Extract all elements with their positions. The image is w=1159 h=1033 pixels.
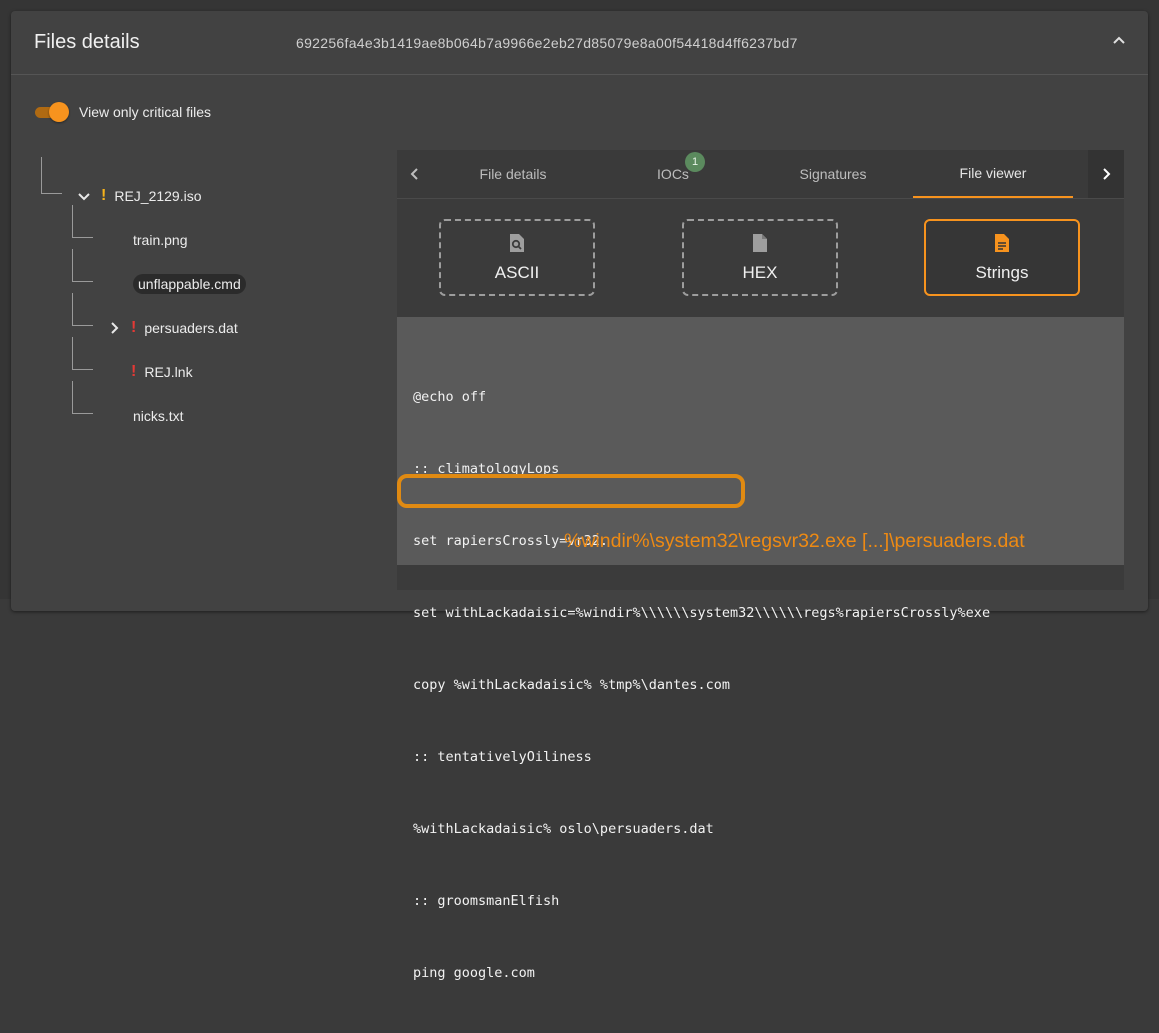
strings-output: @echo off :: climatologyLops set rapiers…: [397, 317, 1124, 981]
warning-icon: !: [101, 187, 107, 204]
search-file-icon: [510, 233, 524, 252]
tree-item[interactable]: train.png: [133, 229, 187, 251]
tree-connector: [41, 157, 62, 194]
files-details-panel: Files details 692256fa4e3b1419ae8b064b7a…: [11, 11, 1148, 981]
chevron-left-icon: [410, 168, 418, 180]
file-detail-pane: File details IOCs 1 Signatures File view…: [397, 150, 1124, 981]
tree-item-root[interactable]: ! REJ_2129.iso: [77, 185, 202, 207]
tree-item-label: train.png: [133, 232, 188, 248]
tree-item[interactable]: ! REJ.lnk: [131, 361, 193, 383]
code-line: copy %withLackadaisic% %tmp%\dantes.com: [413, 677, 730, 693]
tab-label: File details: [479, 166, 547, 182]
text-file-icon: [995, 233, 1009, 252]
tree-item-label: persuaders.dat: [144, 320, 238, 336]
tree-item-label: unflappable.cmd: [133, 274, 246, 294]
file-hash: 692256fa4e3b1419ae8b064b7a9966e2eb27d850…: [296, 35, 798, 51]
annotation-text: %windir%\system32\regsvr32.exe [...]\per…: [564, 530, 1025, 552]
code-line: :: tentativelyOiliness: [413, 749, 592, 765]
tree-connector: [72, 205, 93, 238]
file-icon: [753, 233, 767, 252]
panel-header: Files details 692256fa4e3b1419ae8b064b7a…: [11, 11, 1148, 75]
code-line: %withLackadaisic% oslo\persuaders.dat: [413, 821, 714, 837]
tree-item[interactable]: unflappable.cmd: [133, 273, 246, 295]
tab-file-details[interactable]: File details: [433, 150, 593, 198]
page-title: Files details: [34, 31, 140, 53]
tab-signatures[interactable]: Signatures: [753, 150, 913, 198]
toggle-label: View only critical files: [79, 104, 212, 120]
tree-item-label: REJ_2129.iso: [114, 188, 202, 204]
tree-item-label: nicks.txt: [133, 408, 184, 424]
tree-connector: [72, 249, 93, 282]
code-line: :: groomsmanElfish: [413, 893, 560, 909]
code-line: ping google.com: [413, 965, 535, 981]
ioc-count-badge: 1: [685, 152, 705, 172]
highlight-box: [397, 474, 745, 508]
chevron-right-icon[interactable]: [107, 321, 121, 335]
view-mode-label: Strings: [975, 262, 1029, 282]
tab-label: Signatures: [799, 166, 867, 182]
tab-scroll-right[interactable]: [1088, 150, 1124, 198]
tree-item-label: REJ.lnk: [144, 364, 193, 380]
chevron-up-icon: [1113, 36, 1125, 44]
view-mode-label: ASCII: [494, 262, 540, 282]
code-line: @echo off: [413, 389, 487, 405]
tree-connector: [72, 381, 93, 414]
view-mode-label: HEX: [742, 262, 778, 282]
critical-files-filter: View only critical files: [33, 101, 211, 123]
tab-bar: File details IOCs 1 Signatures File view…: [397, 150, 1124, 199]
tab-scroll-left[interactable]: [397, 150, 433, 198]
critical-files-toggle[interactable]: [33, 101, 71, 123]
hex-view-button[interactable]: HEX: [682, 219, 838, 296]
code-line: set withLackadaisic=%windir%\\\\\\system…: [413, 605, 991, 621]
tree-connector: [72, 293, 93, 326]
tree-item[interactable]: nicks.txt: [133, 405, 184, 427]
strings-view-button[interactable]: Strings: [924, 219, 1080, 296]
tab-iocs[interactable]: IOCs 1: [593, 150, 753, 198]
ascii-view-button[interactable]: ASCII: [439, 219, 595, 296]
critical-icon: !: [131, 319, 137, 336]
chevron-down-icon[interactable]: [77, 189, 91, 203]
code-block: @echo off :: climatologyLops set rapiers…: [413, 337, 990, 1033]
tab-label: File viewer: [959, 165, 1027, 181]
critical-icon: !: [131, 363, 137, 380]
tab-label: IOCs: [657, 166, 689, 182]
file-tree: ! REJ_2129.iso train.png unflappable.cmd…: [11, 151, 391, 451]
tab-file-viewer[interactable]: File viewer: [913, 150, 1073, 198]
chevron-right-icon: [1103, 168, 1111, 180]
toggle-thumb: [49, 102, 69, 122]
tree-item[interactable]: ! persuaders.dat: [107, 317, 238, 339]
tree-connector: [72, 337, 93, 370]
collapse-button[interactable]: [1108, 29, 1130, 51]
